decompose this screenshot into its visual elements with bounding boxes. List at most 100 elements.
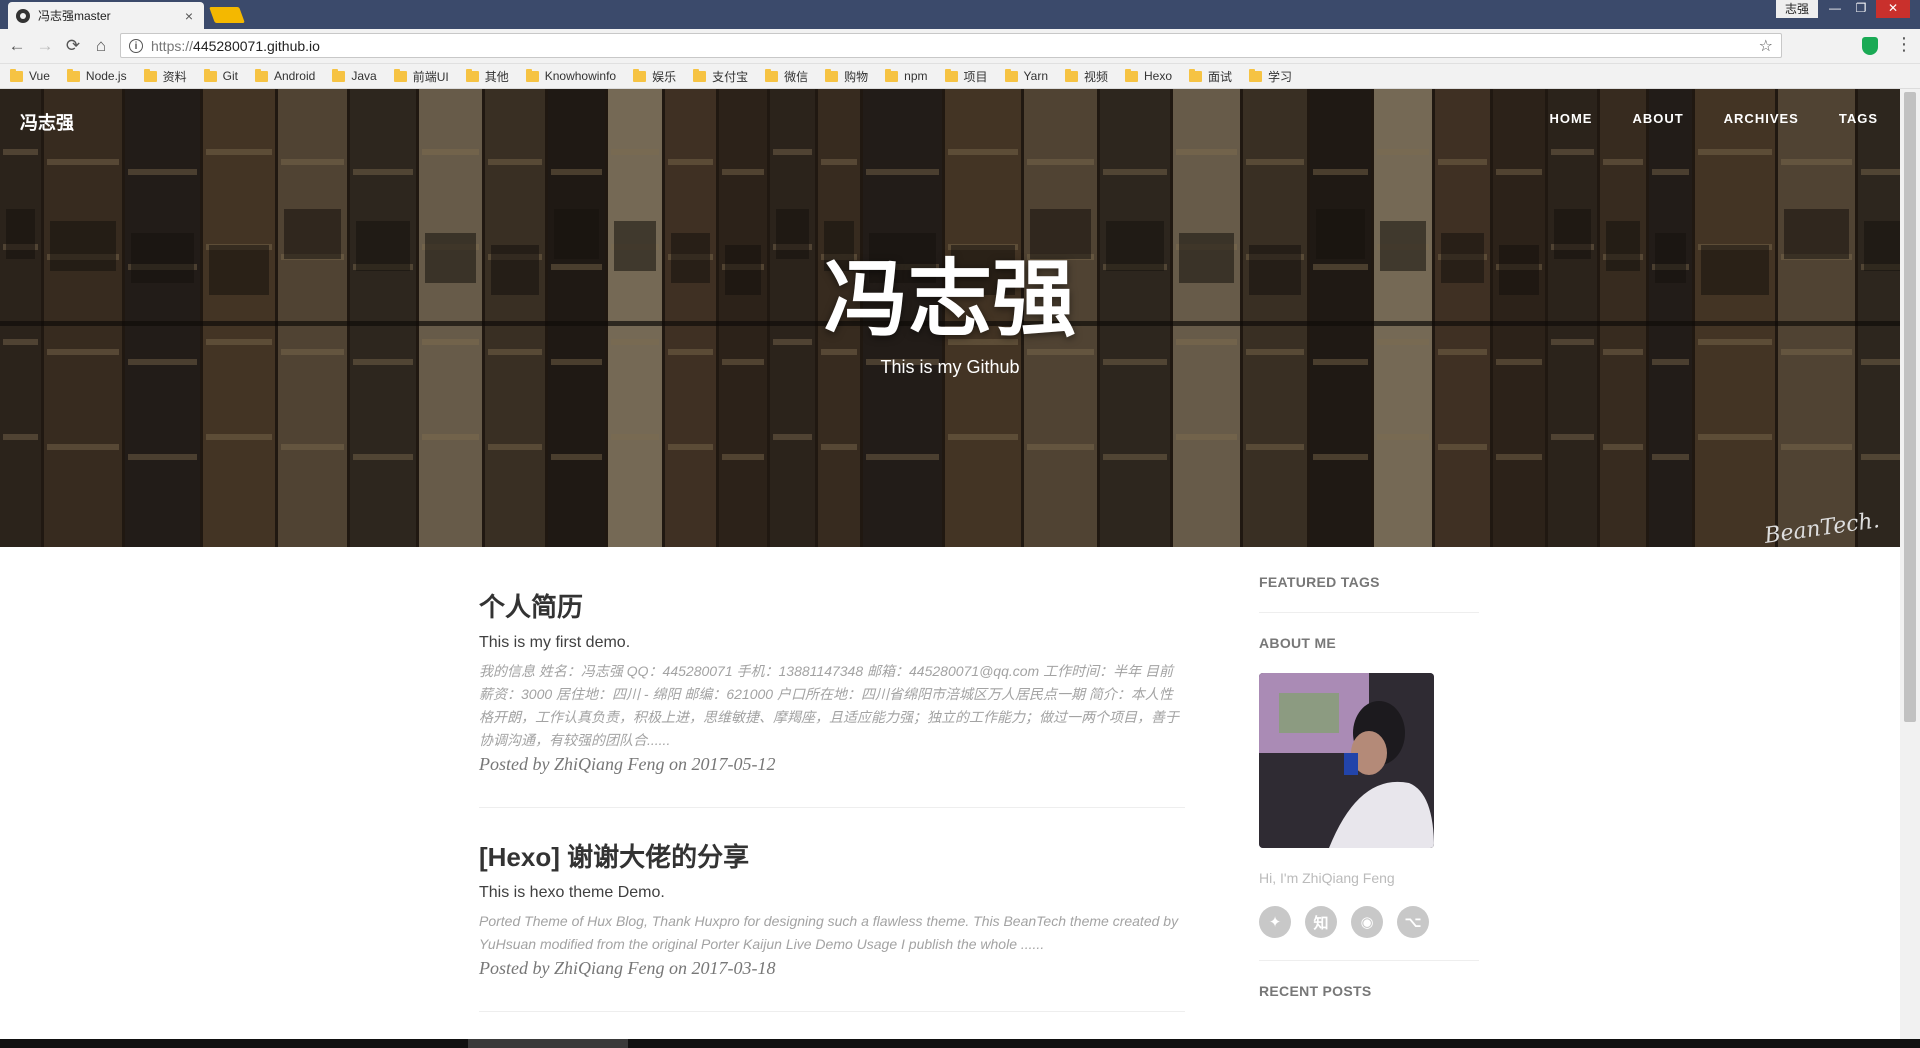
- bookmark-item[interactable]: 支付宝: [693, 68, 748, 85]
- bookmark-item[interactable]: Yarn: [1004, 68, 1048, 83]
- about-me-heading: ABOUT ME: [1259, 635, 1337, 651]
- restore-button[interactable]: ❐: [1848, 0, 1874, 18]
- bookmark-item[interactable]: npm: [885, 68, 928, 83]
- bookmark-star-icon[interactable]: ☆: [1759, 36, 1773, 56]
- post-title[interactable]: 个人简历: [479, 590, 1185, 624]
- bookmark-label: 视频: [1084, 69, 1109, 84]
- profile-button[interactable]: 志强: [1776, 0, 1818, 18]
- bookmark-label: 支付宝: [712, 69, 749, 84]
- post-preview[interactable]: 个人简历 This is my first demo. 我的信息 姓名：冯志强 …: [479, 590, 1185, 808]
- url-host: 445280071.github.io: [193, 37, 320, 54]
- post-subtitle[interactable]: This is hexo theme Demo.: [479, 884, 1185, 902]
- post-excerpt[interactable]: 我的信息 姓名：冯志强 QQ：445280071 手机：13881147348 …: [479, 660, 1185, 752]
- bookmarks-bar: Vue Node.js 资料 Git Android Java 前端UI 其他 Knowhowi…: [0, 64, 1920, 89]
- url-text[interactable]: https://445280071.github.io: [151, 38, 1759, 54]
- bookmark-label: Vue: [29, 69, 50, 83]
- folder-icon: [693, 68, 707, 82]
- bookmark-item[interactable]: 学习: [1249, 68, 1292, 85]
- post-subtitle[interactable]: This is my first demo.: [479, 634, 1185, 652]
- nav-archives[interactable]: ARCHIVES: [1724, 111, 1799, 126]
- folder-icon: [1249, 68, 1263, 82]
- bookmark-item[interactable]: Knowhowinfo: [525, 68, 616, 83]
- bookmark-item[interactable]: 资料: [143, 68, 187, 85]
- sidebar-divider: [1259, 612, 1479, 613]
- folder-icon: [1004, 68, 1018, 82]
- folder-icon: [825, 68, 839, 82]
- page-scrollbar[interactable]: [1900, 89, 1920, 1039]
- tab-favicon-icon: [16, 8, 30, 23]
- url-scheme: https://: [151, 37, 194, 54]
- folder-icon: [10, 68, 23, 82]
- new-tab-button[interactable]: [209, 7, 245, 23]
- bookmark-label: Java: [351, 69, 377, 83]
- tab-title: 冯志强master: [38, 9, 111, 23]
- bookmark-label: 项目: [963, 69, 988, 84]
- bookmark-label: 面试: [1208, 69, 1233, 84]
- tab-close-icon[interactable]: ×: [182, 8, 196, 24]
- weibo-icon[interactable]: ◉: [1351, 906, 1383, 938]
- bookmark-item[interactable]: 娱乐: [633, 68, 676, 85]
- bookmark-label: 前端UI: [412, 69, 449, 84]
- site-brand-link[interactable]: 冯志强: [20, 109, 74, 135]
- hero-banner: 冯志强 HOME ABOUT ARCHIVES TAGS 冯志强 This is…: [0, 89, 1900, 547]
- reload-button[interactable]: ⟳: [62, 35, 84, 57]
- post-title[interactable]: [Hexo] 谢谢大佬的分享: [479, 840, 1185, 874]
- github-icon[interactable]: ⌥: [1397, 906, 1429, 938]
- folder-icon: [143, 68, 157, 82]
- address-bar[interactable]: i https://445280071.github.io ☆: [120, 33, 1782, 58]
- social-links: ✦ 知 ◉ ⌥: [1259, 906, 1479, 938]
- bookmark-item[interactable]: Vue: [10, 68, 50, 83]
- bookmark-label: 购物: [844, 69, 869, 84]
- folder-icon: [393, 68, 407, 82]
- folder-icon: [525, 68, 539, 82]
- scrollbar-thumb[interactable]: [1904, 92, 1916, 722]
- taskbar-item[interactable]: [468, 1039, 628, 1048]
- post-preview[interactable]: [Hexo] 谢谢大佬的分享 This is hexo theme Demo. …: [479, 840, 1185, 1012]
- bookmark-item[interactable]: Android: [254, 68, 315, 83]
- hero-subtitle: This is my Github: [880, 357, 1020, 377]
- folder-icon: [66, 68, 80, 82]
- nav-tags[interactable]: TAGS: [1839, 111, 1878, 126]
- bookmark-item[interactable]: 其他: [465, 68, 509, 85]
- os-taskbar: [0, 1039, 1920, 1048]
- minimize-button[interactable]: —: [1822, 0, 1848, 18]
- sidebar-divider: [1259, 960, 1479, 961]
- browser-tab[interactable]: 冯志强master ×: [8, 2, 204, 29]
- bookmark-label: Node.js: [85, 69, 127, 83]
- forward-button[interactable]: →: [34, 35, 56, 57]
- folder-icon: [765, 68, 779, 82]
- bookmark-item[interactable]: Hexo: [1125, 68, 1173, 83]
- twitter-icon[interactable]: ✦: [1259, 906, 1291, 938]
- bookmark-label: 其他: [484, 69, 509, 84]
- bookmark-item[interactable]: 微信: [765, 68, 808, 85]
- nav-home[interactable]: HOME: [1549, 111, 1592, 126]
- bookmark-item[interactable]: Node.js: [66, 68, 127, 83]
- post-list: 个人简历 This is my first demo. 我的信息 姓名：冯志强 …: [479, 590, 1185, 1044]
- about-text: Hi, I'm ZhiQiang Feng: [1259, 870, 1395, 886]
- bookmark-item[interactable]: 前端UI: [393, 68, 449, 85]
- bookmark-item[interactable]: 视频: [1065, 68, 1108, 85]
- bookmark-item[interactable]: 购物: [825, 68, 868, 85]
- bookmark-item[interactable]: Java: [332, 68, 377, 83]
- home-button[interactable]: ⌂: [90, 35, 112, 57]
- nav-about[interactable]: ABOUT: [1632, 111, 1683, 126]
- bookmark-label: Yarn: [1023, 69, 1048, 83]
- window-close-button[interactable]: ✕: [1876, 0, 1910, 18]
- post-excerpt[interactable]: Ported Theme of Hux Blog, Thank Huxpro f…: [479, 910, 1185, 956]
- folder-icon: [203, 68, 217, 82]
- bookmark-item[interactable]: Git: [203, 68, 238, 83]
- zhihu-icon[interactable]: 知: [1305, 906, 1337, 938]
- folder-icon: [1065, 68, 1078, 82]
- browser-menu-icon[interactable]: ⋮: [1895, 34, 1913, 55]
- folder-icon: [1189, 68, 1203, 82]
- site-info-icon[interactable]: i: [129, 38, 143, 53]
- shield-extension-icon[interactable]: [1862, 37, 1878, 55]
- post-meta: Posted by ZhiQiang Feng on 2017-03-18: [479, 958, 776, 978]
- avatar-photo: [1259, 673, 1434, 848]
- bookmark-item[interactable]: 项目: [944, 68, 988, 85]
- bookmark-item[interactable]: 面试: [1189, 68, 1232, 85]
- back-button[interactable]: ←: [6, 35, 28, 57]
- folder-icon: [254, 68, 268, 82]
- bookmark-label: npm: [904, 69, 928, 83]
- bookmark-label: Hexo: [1144, 69, 1173, 83]
